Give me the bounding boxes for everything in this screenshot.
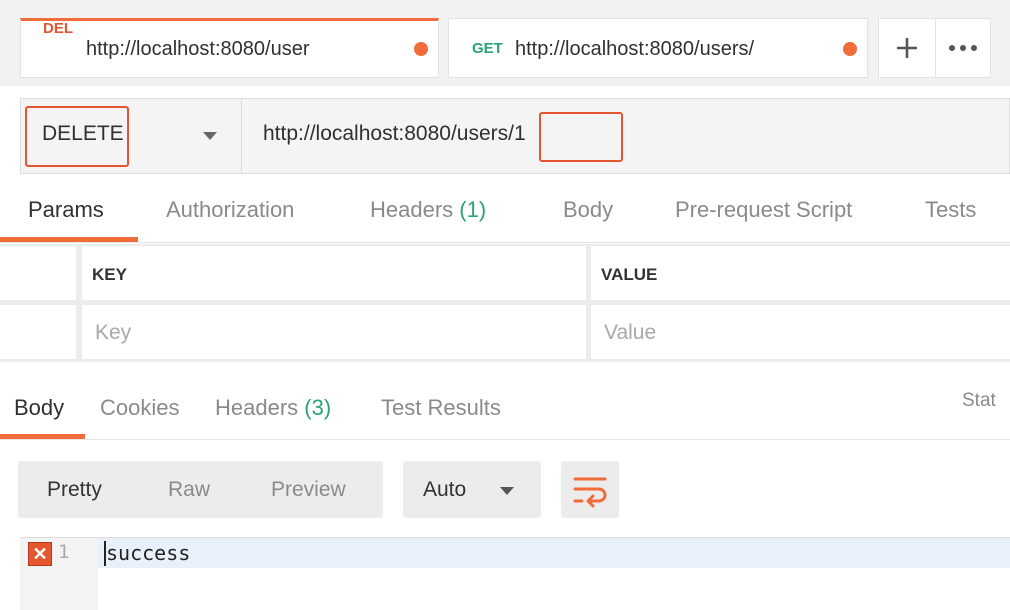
tab-method-badge: DEL bbox=[43, 20, 73, 37]
tab-url-label: http://localhost:8080/user bbox=[86, 38, 310, 60]
response-tab-cookies[interactable]: Cookies bbox=[100, 395, 179, 421]
table-header-spacer bbox=[0, 246, 76, 300]
response-tabs-divider bbox=[0, 439, 1010, 440]
tabs-divider bbox=[0, 242, 1010, 243]
tab-prerequest-script[interactable]: Pre-request Script bbox=[675, 197, 852, 223]
key-input[interactable] bbox=[82, 305, 586, 359]
response-tab-body[interactable]: Body bbox=[14, 395, 64, 421]
editor-active-line bbox=[98, 538, 1010, 568]
more-options-button[interactable] bbox=[935, 18, 991, 78]
tab-body[interactable]: Body bbox=[563, 197, 613, 223]
tab-tests[interactable]: Tests bbox=[925, 197, 976, 223]
value-header-label: VALUE bbox=[601, 265, 658, 284]
error-marker-icon[interactable]: ✕ bbox=[28, 542, 52, 566]
key-header-label: KEY bbox=[92, 265, 127, 284]
view-raw-button[interactable]: Raw bbox=[168, 478, 210, 502]
tab-headers-label: Headers bbox=[370, 197, 454, 222]
row-checkbox-cell bbox=[0, 305, 76, 359]
wrap-lines-icon bbox=[573, 477, 607, 508]
unsaved-dot-icon bbox=[843, 42, 857, 56]
response-headers-count-badge: (3) bbox=[304, 395, 332, 420]
response-tab-headers-label: Headers bbox=[215, 395, 299, 420]
url-input-text: http://localhost:8080/users/1 bbox=[263, 122, 526, 145]
new-tab-button[interactable] bbox=[878, 18, 936, 78]
tab-headers[interactable]: Headers (1) bbox=[370, 197, 486, 223]
method-highlight-box bbox=[25, 106, 129, 167]
response-status-label: Stat bbox=[962, 390, 996, 411]
response-tab-test-results[interactable]: Test Results bbox=[381, 395, 501, 421]
tab-url-label: http://localhost:8080/users/ bbox=[515, 38, 755, 60]
chevron-down-icon bbox=[203, 132, 217, 140]
ellipsis-icon bbox=[949, 45, 977, 51]
key-placeholder: Key bbox=[95, 321, 132, 344]
tab-authorization[interactable]: Authorization bbox=[166, 197, 294, 223]
headers-count-badge: (1) bbox=[459, 197, 487, 222]
url-highlight-box bbox=[539, 112, 623, 162]
response-body-text[interactable]: success bbox=[106, 541, 190, 565]
key-column-header bbox=[82, 246, 586, 300]
line-number: 1 bbox=[58, 541, 70, 563]
view-preview-button[interactable]: Preview bbox=[271, 478, 346, 502]
chevron-down-icon bbox=[500, 487, 514, 495]
format-select-label: Auto bbox=[423, 478, 467, 501]
tab-params[interactable]: Params bbox=[28, 197, 104, 223]
value-placeholder: Value bbox=[604, 321, 657, 344]
response-tab-headers[interactable]: Headers (3) bbox=[215, 395, 331, 421]
plus-icon bbox=[897, 38, 917, 58]
view-pretty-button[interactable]: Pretty bbox=[47, 478, 102, 502]
tab-method-badge: GET bbox=[472, 40, 503, 57]
unsaved-dot-icon bbox=[414, 42, 428, 56]
